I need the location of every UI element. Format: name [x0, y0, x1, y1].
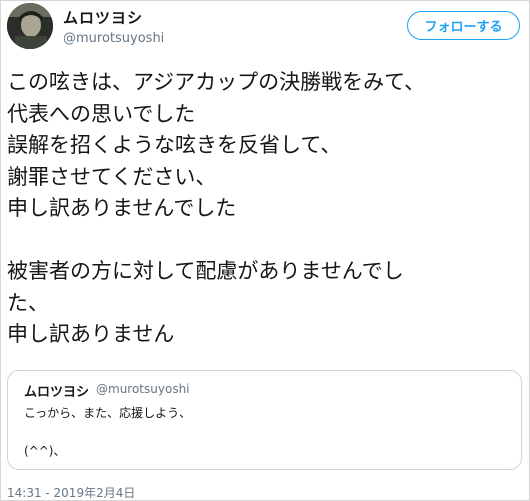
tweet-text: この呟きは、アジアカップの決勝戦をみて、 代表への思いでした 誤解を招くような呟…	[7, 67, 527, 351]
tweet-line: 申し訳ありませんでした	[7, 196, 237, 220]
quoted-tweet-text: こっから、また、応援しよう、	[24, 406, 192, 420]
follow-button[interactable]: フォローする	[407, 11, 520, 40]
tweet-line: 代表への思いでした	[7, 101, 196, 126]
user-handle[interactable]: @murotsuyoshi	[63, 31, 164, 46]
display-name[interactable]: ムロツヨシ	[63, 7, 143, 28]
tweet-line: 被害者の方に対して配慮がありませんでし	[7, 259, 404, 283]
quoted-tweet-text: (^^)、	[24, 444, 66, 458]
tweet-card: ムロツヨシ @murotsuyoshi フォローする この呟きは、アジアカップの…	[0, 0, 530, 501]
quoted-tweet[interactable]: ムロツヨシ @murotsuyoshi こっから、また、応援しよう、 (^^)、	[7, 370, 522, 470]
tweet-line: 申し訳ありません	[7, 322, 175, 346]
avatar[interactable]	[7, 3, 53, 49]
quoted-display-name: ムロツヨシ	[24, 385, 90, 400]
avatar-icon	[7, 3, 53, 49]
timestamp[interactable]: 14:31 - 2019年2月4日	[7, 484, 135, 501]
tweet-line: 謝罪させてください、	[7, 164, 217, 189]
quoted-user-handle: @murotsuyoshi	[96, 382, 190, 396]
tweet-line: た、	[7, 290, 49, 315]
tweet-line: この呟きは、アジアカップの決勝戦をみて、	[7, 70, 426, 94]
tweet-line: 誤解を招くような呟きを反省して、	[7, 133, 342, 157]
